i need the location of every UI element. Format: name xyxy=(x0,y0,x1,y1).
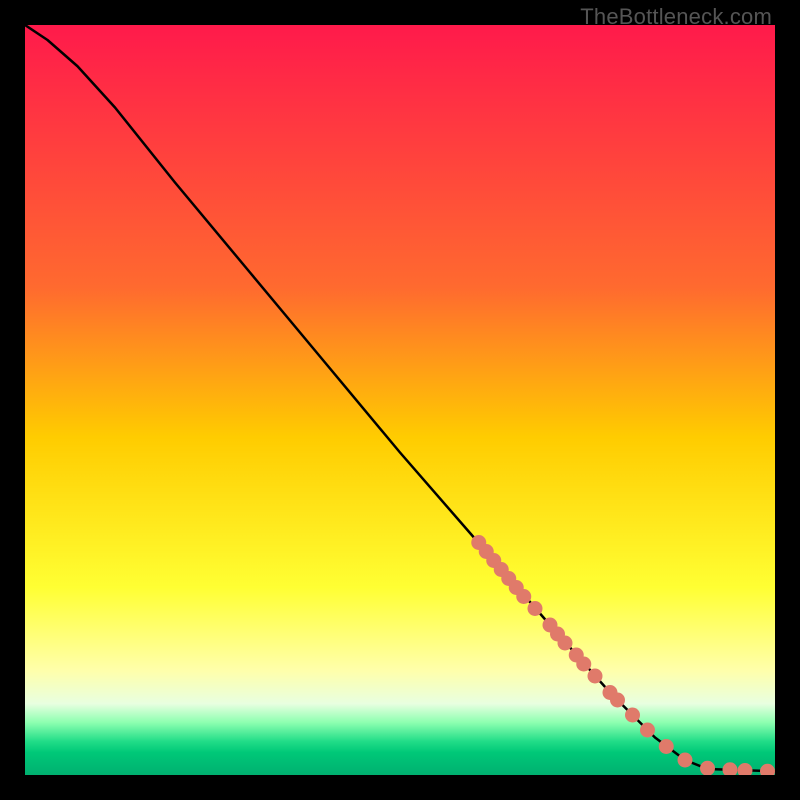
data-marker xyxy=(576,657,591,672)
data-marker xyxy=(528,601,543,616)
data-marker xyxy=(558,636,573,651)
data-marker xyxy=(588,669,603,684)
chart-svg xyxy=(25,25,775,775)
data-marker xyxy=(516,589,531,604)
data-marker xyxy=(625,708,640,723)
data-marker xyxy=(678,753,693,768)
plot-area xyxy=(25,25,775,775)
data-marker xyxy=(640,723,655,738)
data-marker xyxy=(610,693,625,708)
data-marker xyxy=(659,739,674,754)
chart-frame: TheBottleneck.com xyxy=(0,0,800,800)
